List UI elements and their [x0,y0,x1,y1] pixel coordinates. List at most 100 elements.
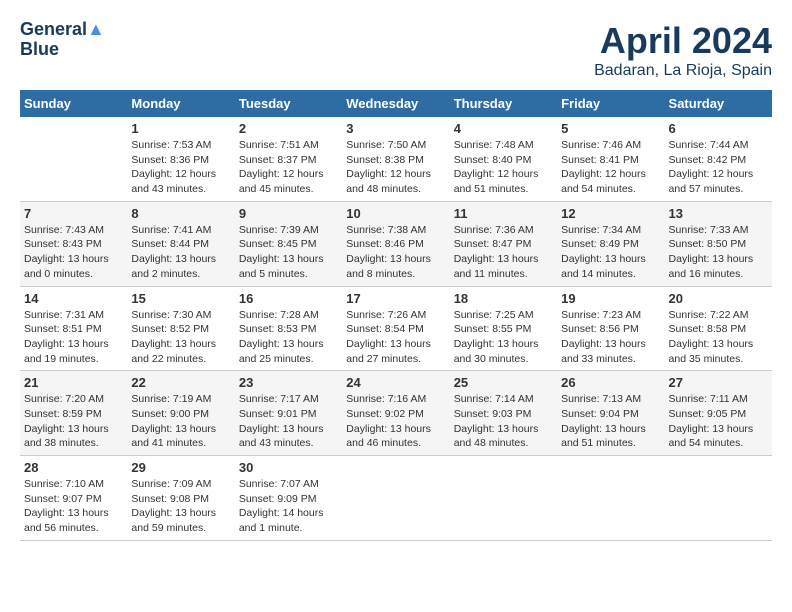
day-info: Sunrise: 7:44 AM Sunset: 8:42 PM Dayligh… [669,138,768,197]
day-number: 6 [669,121,768,136]
day-info: Sunrise: 7:20 AM Sunset: 8:59 PM Dayligh… [24,392,123,451]
day-number: 3 [346,121,445,136]
calendar-day-cell: 5 Sunrise: 7:46 AM Sunset: 8:41 PM Daylig… [557,117,664,201]
calendar-day-cell: 25Sunrise: 7:14 AM Sunset: 9:03 PM Dayli… [450,371,557,456]
calendar-day-cell: 8 Sunrise: 7:41 AM Sunset: 8:44 PM Daylig… [127,201,234,286]
calendar-day-cell: 10 Sunrise: 7:38 AM Sunset: 8:46 PM Dayli… [342,201,449,286]
calendar-header-row: SundayMondayTuesdayWednesdayThursdayFrid… [20,90,772,117]
calendar-day-cell [665,456,772,541]
calendar-day-cell: 3 Sunrise: 7:50 AM Sunset: 8:38 PM Daylig… [342,117,449,201]
calendar-day-cell: 21Sunrise: 7:20 AM Sunset: 8:59 PM Dayli… [20,371,127,456]
calendar-day-cell: 30 Sunrise: 7:07 AM Sunset: 9:09 PM Dayli… [235,456,342,541]
day-number: 11 [454,206,553,221]
day-info: Sunrise: 7:26 AM Sunset: 8:54 PM Dayligh… [346,308,445,367]
day-number: 15 [131,291,230,306]
day-number: 26 [561,375,660,390]
title-block: April 2024 Badaran, La Rioja, Spain [594,20,772,80]
calendar-day-cell: 23Sunrise: 7:17 AM Sunset: 9:01 PM Dayli… [235,371,342,456]
day-number: 17 [346,291,445,306]
calendar-week-row: 14 Sunrise: 7:31 AM Sunset: 8:51 PM Dayli… [20,286,772,371]
day-number: 25 [454,375,553,390]
day-of-week-header: Wednesday [342,90,449,117]
day-number: 1 [131,121,230,136]
calendar-day-cell [450,456,557,541]
calendar-day-cell: 27Sunrise: 7:11 AM Sunset: 9:05 PM Dayli… [665,371,772,456]
calendar-day-cell: 24 Sunrise: 7:16 AM Sunset: 9:02 PM Dayli… [342,371,449,456]
day-info: Sunrise: 7:31 AM Sunset: 8:51 PM Dayligh… [24,308,123,367]
day-of-week-header: Monday [127,90,234,117]
day-info: Sunrise: 7:50 AM Sunset: 8:38 PM Dayligh… [346,138,445,197]
day-info: Sunrise: 7:07 AM Sunset: 9:09 PM Dayligh… [239,477,338,536]
day-number: 10 [346,206,445,221]
day-info: Sunrise: 7:51 AM Sunset: 8:37 PM Dayligh… [239,138,338,197]
calendar-day-cell: 6 Sunrise: 7:44 AM Sunset: 8:42 PM Daylig… [665,117,772,201]
calendar-day-cell: 1 Sunrise: 7:53 AM Sunset: 8:36 PM Daylig… [127,117,234,201]
day-info: Sunrise: 7:22 AM Sunset: 8:58 PM Dayligh… [669,308,768,367]
logo: General▲Blue [20,20,105,60]
day-number: 18 [454,291,553,306]
calendar-day-cell: 4Sunrise: 7:48 AM Sunset: 8:40 PM Daylig… [450,117,557,201]
day-info: Sunrise: 7:10 AM Sunset: 9:07 PM Dayligh… [24,477,123,536]
day-number: 13 [669,206,768,221]
day-info: Sunrise: 7:25 AM Sunset: 8:55 PM Dayligh… [454,308,553,367]
calendar-day-cell: 19Sunrise: 7:23 AM Sunset: 8:56 PM Dayli… [557,286,664,371]
logo-text: General▲Blue [20,20,105,60]
calendar-week-row: 7Sunrise: 7:43 AM Sunset: 8:43 PM Daylig… [20,201,772,286]
day-of-week-header: Friday [557,90,664,117]
calendar-day-cell: 16 Sunrise: 7:28 AM Sunset: 8:53 PM Dayli… [235,286,342,371]
calendar-day-cell: 17 Sunrise: 7:26 AM Sunset: 8:54 PM Dayli… [342,286,449,371]
day-info: Sunrise: 7:36 AM Sunset: 8:47 PM Dayligh… [454,223,553,282]
calendar-week-row: 28 Sunrise: 7:10 AM Sunset: 9:07 PM Dayli… [20,456,772,541]
calendar-day-cell: 20 Sunrise: 7:22 AM Sunset: 8:58 PM Dayli… [665,286,772,371]
day-of-week-header: Sunday [20,90,127,117]
day-number: 24 [346,375,445,390]
day-number: 28 [24,460,123,475]
day-info: Sunrise: 7:09 AM Sunset: 9:08 PM Dayligh… [131,477,230,536]
day-info: Sunrise: 7:16 AM Sunset: 9:02 PM Dayligh… [346,392,445,451]
calendar-day-cell: 22 Sunrise: 7:19 AM Sunset: 9:00 PM Dayli… [127,371,234,456]
calendar-day-cell: 7Sunrise: 7:43 AM Sunset: 8:43 PM Daylig… [20,201,127,286]
calendar-day-cell: 13 Sunrise: 7:33 AM Sunset: 8:50 PM Dayli… [665,201,772,286]
calendar-day-cell: 29 Sunrise: 7:09 AM Sunset: 9:08 PM Dayli… [127,456,234,541]
day-number: 20 [669,291,768,306]
location-subtitle: Badaran, La Rioja, Spain [594,62,772,80]
day-number: 16 [239,291,338,306]
day-number: 22 [131,375,230,390]
day-number: 5 [561,121,660,136]
calendar-day-cell: 18 Sunrise: 7:25 AM Sunset: 8:55 PM Dayli… [450,286,557,371]
calendar-day-cell: 28 Sunrise: 7:10 AM Sunset: 9:07 PM Dayli… [20,456,127,541]
day-info: Sunrise: 7:41 AM Sunset: 8:44 PM Dayligh… [131,223,230,282]
day-of-week-header: Tuesday [235,90,342,117]
day-info: Sunrise: 7:46 AM Sunset: 8:41 PM Dayligh… [561,138,660,197]
calendar-day-cell [342,456,449,541]
day-info: Sunrise: 7:11 AM Sunset: 9:05 PM Dayligh… [669,392,768,451]
day-number: 4 [454,121,553,136]
day-info: Sunrise: 7:19 AM Sunset: 9:00 PM Dayligh… [131,392,230,451]
day-number: 12 [561,206,660,221]
calendar-day-cell: 14 Sunrise: 7:31 AM Sunset: 8:51 PM Dayli… [20,286,127,371]
day-info: Sunrise: 7:53 AM Sunset: 8:36 PM Dayligh… [131,138,230,197]
page-header: General▲Blue April 2024 Badaran, La Rioj… [20,20,772,80]
day-number: 30 [239,460,338,475]
day-of-week-header: Thursday [450,90,557,117]
calendar-day-cell: 26 Sunrise: 7:13 AM Sunset: 9:04 PM Dayli… [557,371,664,456]
day-info: Sunrise: 7:28 AM Sunset: 8:53 PM Dayligh… [239,308,338,367]
day-number: 2 [239,121,338,136]
day-of-week-header: Saturday [665,90,772,117]
day-number: 29 [131,460,230,475]
calendar-week-row: 21Sunrise: 7:20 AM Sunset: 8:59 PM Dayli… [20,371,772,456]
calendar-day-cell [557,456,664,541]
calendar-day-cell [20,117,127,201]
month-title: April 2024 [594,20,772,62]
calendar-day-cell: 11 Sunrise: 7:36 AM Sunset: 8:47 PM Dayli… [450,201,557,286]
calendar-week-row: 1 Sunrise: 7:53 AM Sunset: 8:36 PM Daylig… [20,117,772,201]
day-info: Sunrise: 7:13 AM Sunset: 9:04 PM Dayligh… [561,392,660,451]
calendar-day-cell: 15Sunrise: 7:30 AM Sunset: 8:52 PM Dayli… [127,286,234,371]
day-info: Sunrise: 7:38 AM Sunset: 8:46 PM Dayligh… [346,223,445,282]
day-number: 23 [239,375,338,390]
day-number: 9 [239,206,338,221]
calendar-day-cell: 2 Sunrise: 7:51 AM Sunset: 8:37 PM Daylig… [235,117,342,201]
day-info: Sunrise: 7:33 AM Sunset: 8:50 PM Dayligh… [669,223,768,282]
day-number: 8 [131,206,230,221]
day-number: 14 [24,291,123,306]
